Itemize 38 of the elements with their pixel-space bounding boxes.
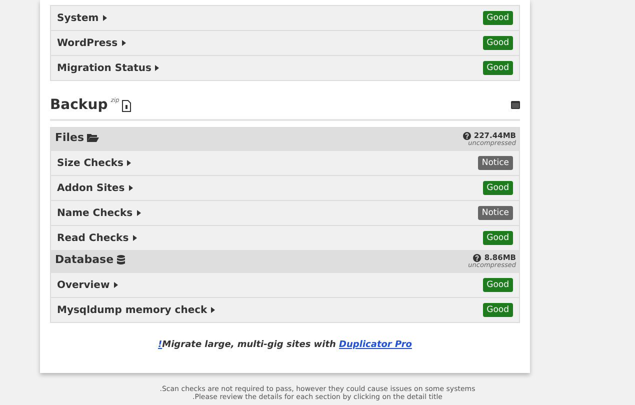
caret-icon (136, 210, 141, 216)
section-heading: Database (55, 253, 114, 266)
check-title-link[interactable]: Overview (57, 280, 118, 290)
caret-icon (114, 282, 118, 288)
database-icon (116, 254, 125, 264)
status-badge: Good (482, 303, 513, 317)
status-badge: Good (482, 181, 513, 195)
promo-link[interactable]: ! (158, 340, 162, 350)
check-title-link[interactable]: System (57, 12, 107, 24)
caret-icon (128, 185, 133, 191)
caret-icon (122, 40, 126, 46)
status-badge: Good (482, 61, 513, 75)
caret-icon (127, 160, 132, 166)
help-icon[interactable] (473, 254, 482, 262)
status-badge: Notice (478, 206, 513, 220)
section-heading: Files (55, 131, 84, 144)
check-title-link[interactable]: Name Checks (57, 208, 141, 218)
status-badge: Good (482, 231, 513, 245)
caret-icon (211, 307, 216, 313)
check-title-link[interactable]: Mysqldump memory check (57, 304, 216, 316)
check-title-link[interactable]: Read Checks (57, 232, 137, 244)
check-title-link[interactable]: Migration Status (57, 62, 160, 74)
section-title: Backup (50, 97, 108, 113)
file-icon (122, 100, 132, 112)
caret-icon (132, 235, 137, 241)
status-badge: Notice (478, 156, 513, 170)
folder-icon (87, 133, 100, 142)
caret-icon (155, 65, 160, 71)
status-badge: Good (482, 11, 513, 25)
help-icon[interactable] (462, 132, 471, 140)
promo-text: !Migrate large, multi-gig sites with Duplicator Pro (157, 340, 413, 350)
check-title-link[interactable]: Size Checks (57, 158, 132, 168)
check-title-link[interactable]: WordPress (57, 38, 126, 48)
duplicator-pro-link[interactable]: Duplicator Pro (339, 340, 412, 350)
status-badge: Good (482, 36, 513, 50)
check-title-link[interactable]: Addon Sites (57, 182, 133, 194)
caret-icon (102, 15, 107, 21)
status-badge: Good (482, 278, 513, 292)
